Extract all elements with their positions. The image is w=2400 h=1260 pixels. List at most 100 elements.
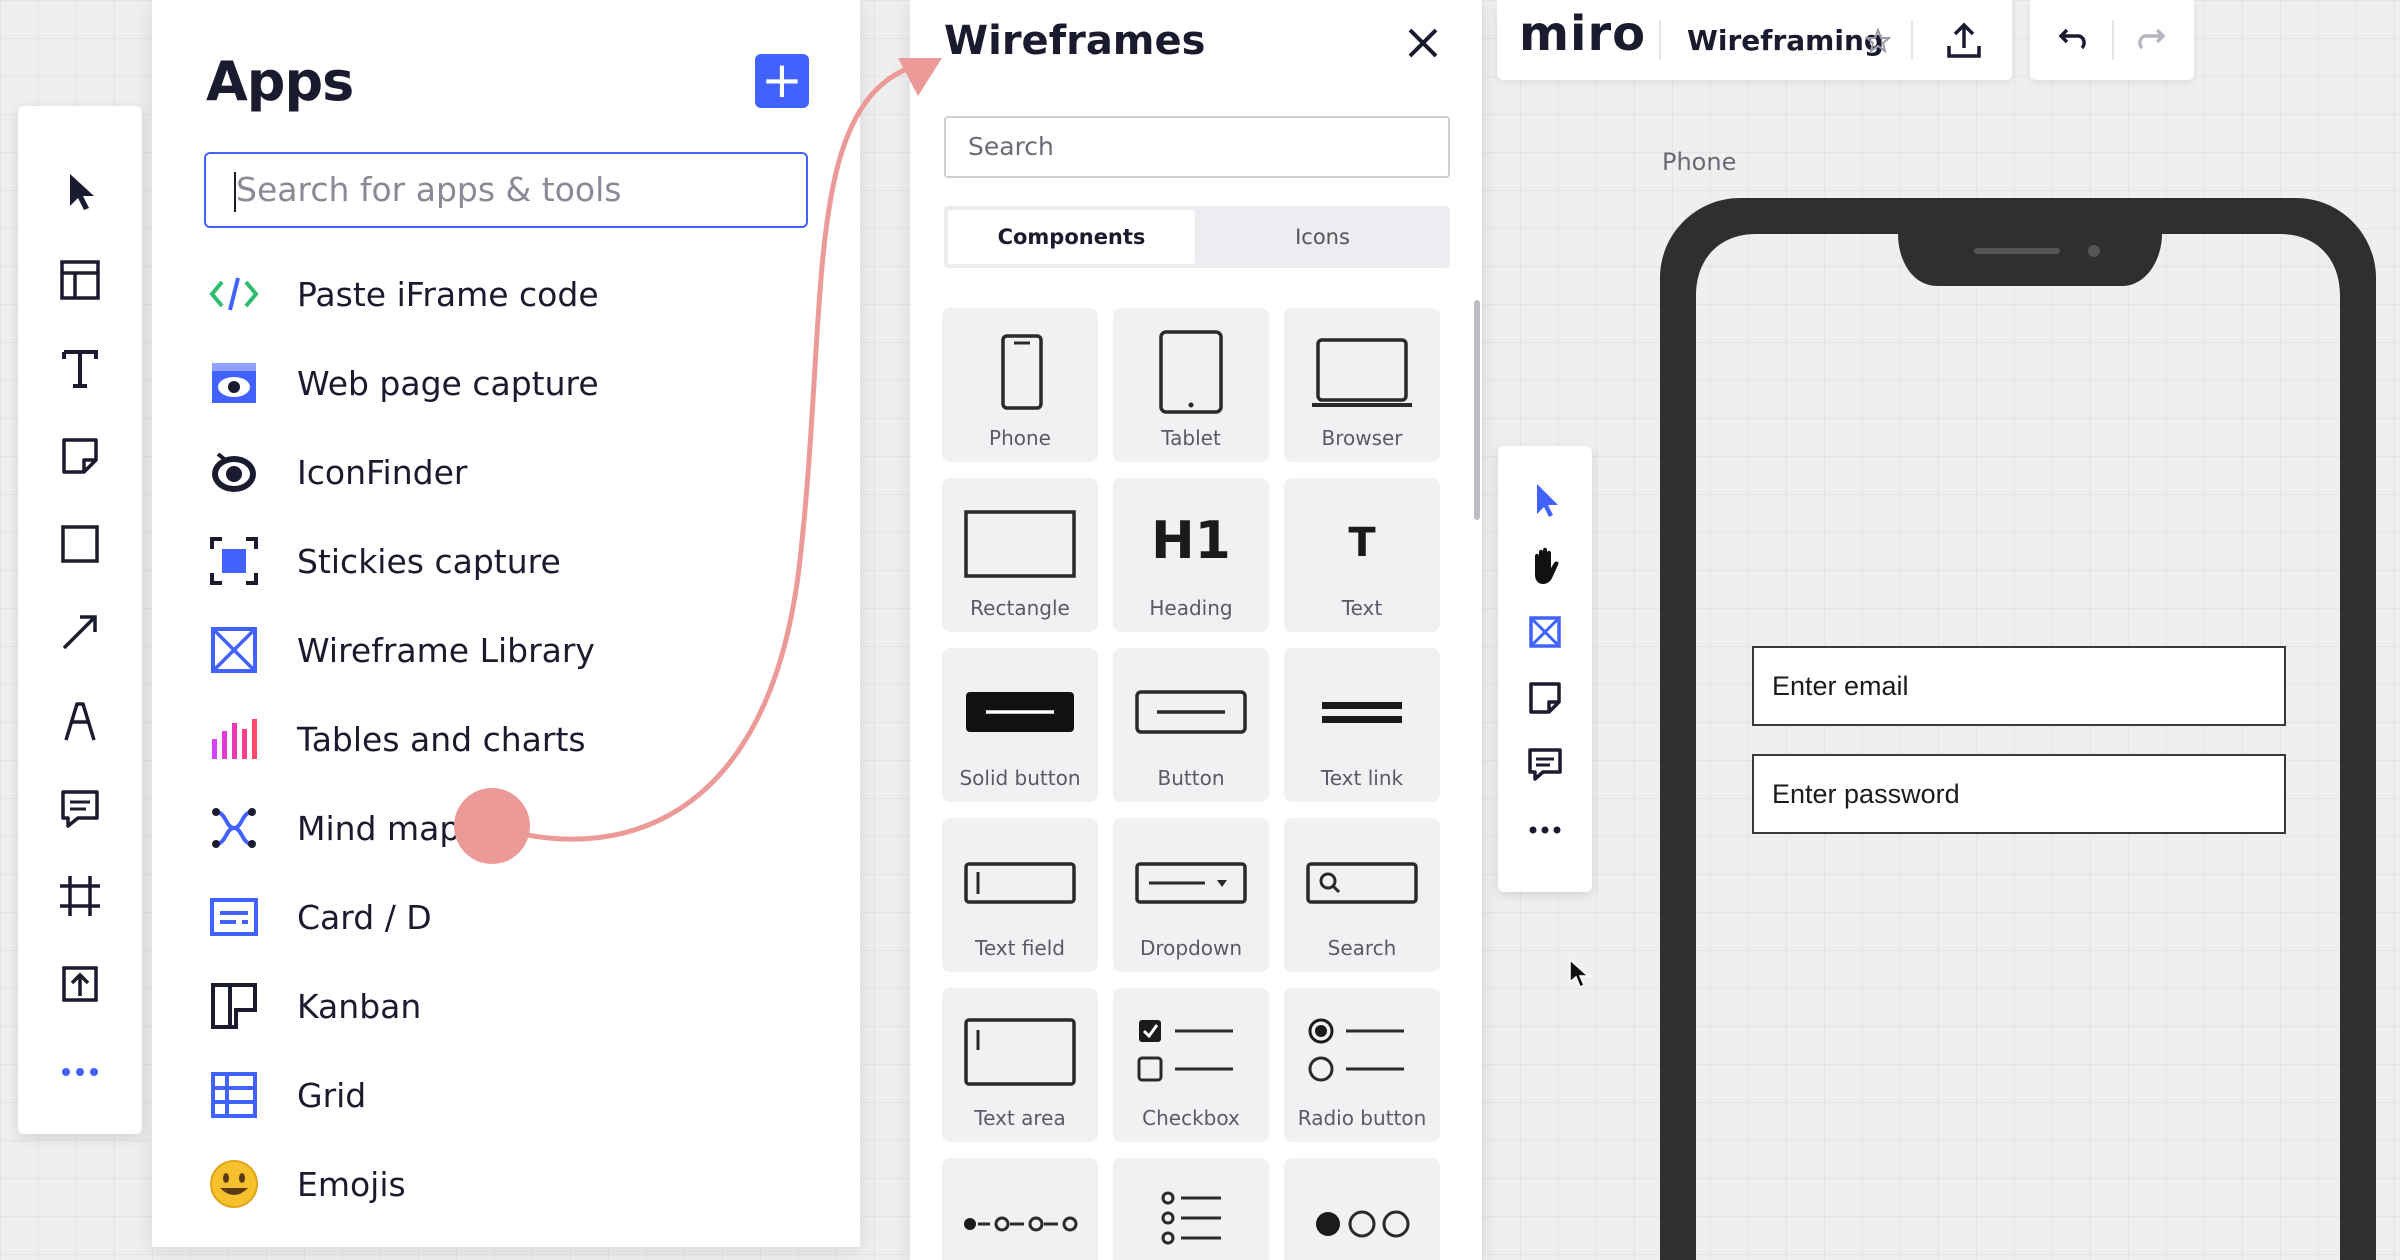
app-item-emojis[interactable]: Emojis <box>204 1154 406 1214</box>
component-label: Heading <box>1149 596 1233 620</box>
tab-icons[interactable]: Icons <box>1199 210 1446 264</box>
apps-search-placeholder: Search for apps & tools <box>236 170 622 209</box>
text-icon <box>62 350 98 388</box>
upload-icon <box>62 966 98 1002</box>
star-icon[interactable] <box>1865 28 1891 54</box>
component-solid-button[interactable]: Solid button <box>942 648 1098 802</box>
component-list[interactable] <box>1113 1158 1269 1260</box>
sticky-note-icon <box>62 438 98 474</box>
more-tools-button[interactable] <box>40 1028 120 1116</box>
app-item-card[interactable]: Card / D <box>204 887 432 947</box>
component-label: Radio button <box>1297 1106 1427 1130</box>
comment-icon[interactable] <box>1521 740 1569 788</box>
sticky-note-icon[interactable] <box>1521 674 1569 722</box>
add-app-button[interactable]: + <box>755 54 809 108</box>
component-label: Tablet <box>1161 426 1221 450</box>
kanban-icon <box>204 976 264 1036</box>
component-label: Text area <box>974 1106 1066 1130</box>
component-search[interactable]: Search <box>1284 818 1440 972</box>
component-stepper[interactable] <box>942 1158 1098 1260</box>
connector-tool[interactable] <box>40 588 120 676</box>
list-icon <box>1161 1191 1221 1245</box>
heading-icon: H1 <box>1151 511 1231 571</box>
component-label: Phone <box>989 426 1051 450</box>
undo-icon[interactable] <box>2052 22 2092 62</box>
templates-tool[interactable] <box>40 236 120 324</box>
phone-wireframe[interactable] <box>1660 198 2376 1260</box>
component-label: Text link <box>1320 766 1404 790</box>
pagination-icon <box>1316 1210 1410 1238</box>
wireframes-search-input[interactable]: Search <box>944 116 1450 178</box>
component-text-field[interactable]: Text field <box>942 818 1098 972</box>
share-upload-icon[interactable] <box>1943 20 1985 62</box>
component-heading[interactable]: H1 Heading <box>1113 478 1269 632</box>
text-caret <box>234 172 236 212</box>
text-tool[interactable] <box>40 324 120 412</box>
component-button[interactable]: Button <box>1113 648 1269 802</box>
wireframe-icon[interactable] <box>1521 608 1569 656</box>
app-item-label: Kanban <box>297 986 422 1026</box>
miro-logo[interactable]: miro <box>1519 6 1646 62</box>
radio-button-icon <box>1308 1018 1404 1082</box>
more-icon[interactable] <box>1521 806 1569 854</box>
browser-icon <box>1312 338 1412 407</box>
wireframes-panel: Wireframes Search Components Icons Phone… <box>910 0 1482 1260</box>
close-icon[interactable] <box>1398 18 1448 68</box>
rectangle-icon <box>964 510 1076 578</box>
app-item-wireframe-library[interactable]: Wireframe Library <box>204 620 595 680</box>
app-item-tables-charts[interactable]: Tables and charts <box>204 709 586 769</box>
component-text[interactable]: T Text <box>1284 478 1440 632</box>
component-label: Browser <box>1321 426 1403 450</box>
app-item-mind-map[interactable]: Mind map <box>204 798 460 858</box>
app-item-paste-iframe[interactable]: Paste iFrame code <box>204 264 599 324</box>
app-item-iconfinder[interactable]: IconFinder <box>204 442 467 502</box>
app-item-stickies-capture[interactable]: Stickies capture <box>204 531 561 591</box>
main-toolbar <box>18 106 142 1134</box>
password-field[interactable]: Enter password <box>1752 754 2286 834</box>
component-label: Text field <box>975 936 1065 960</box>
component-browser[interactable]: Browser <box>1284 308 1440 462</box>
wireframes-scrollbar[interactable] <box>1474 300 1480 520</box>
frame-label[interactable]: Phone <box>1662 148 1736 176</box>
component-phone[interactable]: Phone <box>942 308 1098 462</box>
component-label: Search <box>1327 936 1397 960</box>
email-field[interactable]: Enter email <box>1752 646 2286 726</box>
code-icon <box>204 264 264 324</box>
iconfinder-icon <box>204 442 264 502</box>
pen-tool[interactable] <box>40 676 120 764</box>
sticky-note-tool[interactable] <box>40 412 120 500</box>
frame-tool[interactable] <box>40 852 120 940</box>
component-text-area[interactable]: Text area <box>942 988 1098 1142</box>
pen-icon <box>64 702 96 741</box>
component-pagination[interactable] <box>1284 1158 1440 1260</box>
hand-icon[interactable] <box>1521 542 1569 590</box>
shape-tool[interactable] <box>40 500 120 588</box>
svg-text:H1: H1 <box>1151 511 1231 571</box>
component-text-link[interactable]: Text link <box>1284 648 1440 802</box>
component-checkbox[interactable]: Checkbox <box>1113 988 1269 1142</box>
board-name[interactable]: Wireframing <box>1687 24 1884 57</box>
component-dropdown[interactable]: Dropdown <box>1113 818 1269 972</box>
apps-panel: Apps + Search for apps & tools Paste iFr… <box>152 0 860 1247</box>
tablet-icon <box>1159 330 1223 414</box>
mouse-pointer-icon <box>1569 958 1590 989</box>
component-rectangle[interactable]: Rectangle <box>942 478 1098 632</box>
comment-tool[interactable] <box>40 764 120 852</box>
cursor-icon[interactable] <box>1521 476 1569 524</box>
text-field-icon <box>964 862 1076 904</box>
mind-map-icon <box>204 798 264 858</box>
select-tool[interactable] <box>40 148 120 236</box>
app-item-web-capture[interactable]: Web page capture <box>204 353 599 413</box>
upload-tool[interactable] <box>40 940 120 1028</box>
text-icon: T <box>1348 520 1376 566</box>
layout-icon <box>60 260 100 300</box>
app-item-kanban[interactable]: Kanban <box>204 976 421 1036</box>
frame-icon <box>60 876 100 916</box>
app-item-grid[interactable]: Grid <box>204 1065 366 1125</box>
tab-components[interactable]: Components <box>948 210 1195 264</box>
app-item-label: Web page capture <box>297 363 599 403</box>
component-tablet[interactable]: Tablet <box>1113 308 1269 462</box>
component-radio-button[interactable]: Radio button <box>1284 988 1440 1142</box>
apps-search-input[interactable]: Search for apps & tools <box>204 152 808 228</box>
redo-icon[interactable] <box>2132 22 2172 62</box>
